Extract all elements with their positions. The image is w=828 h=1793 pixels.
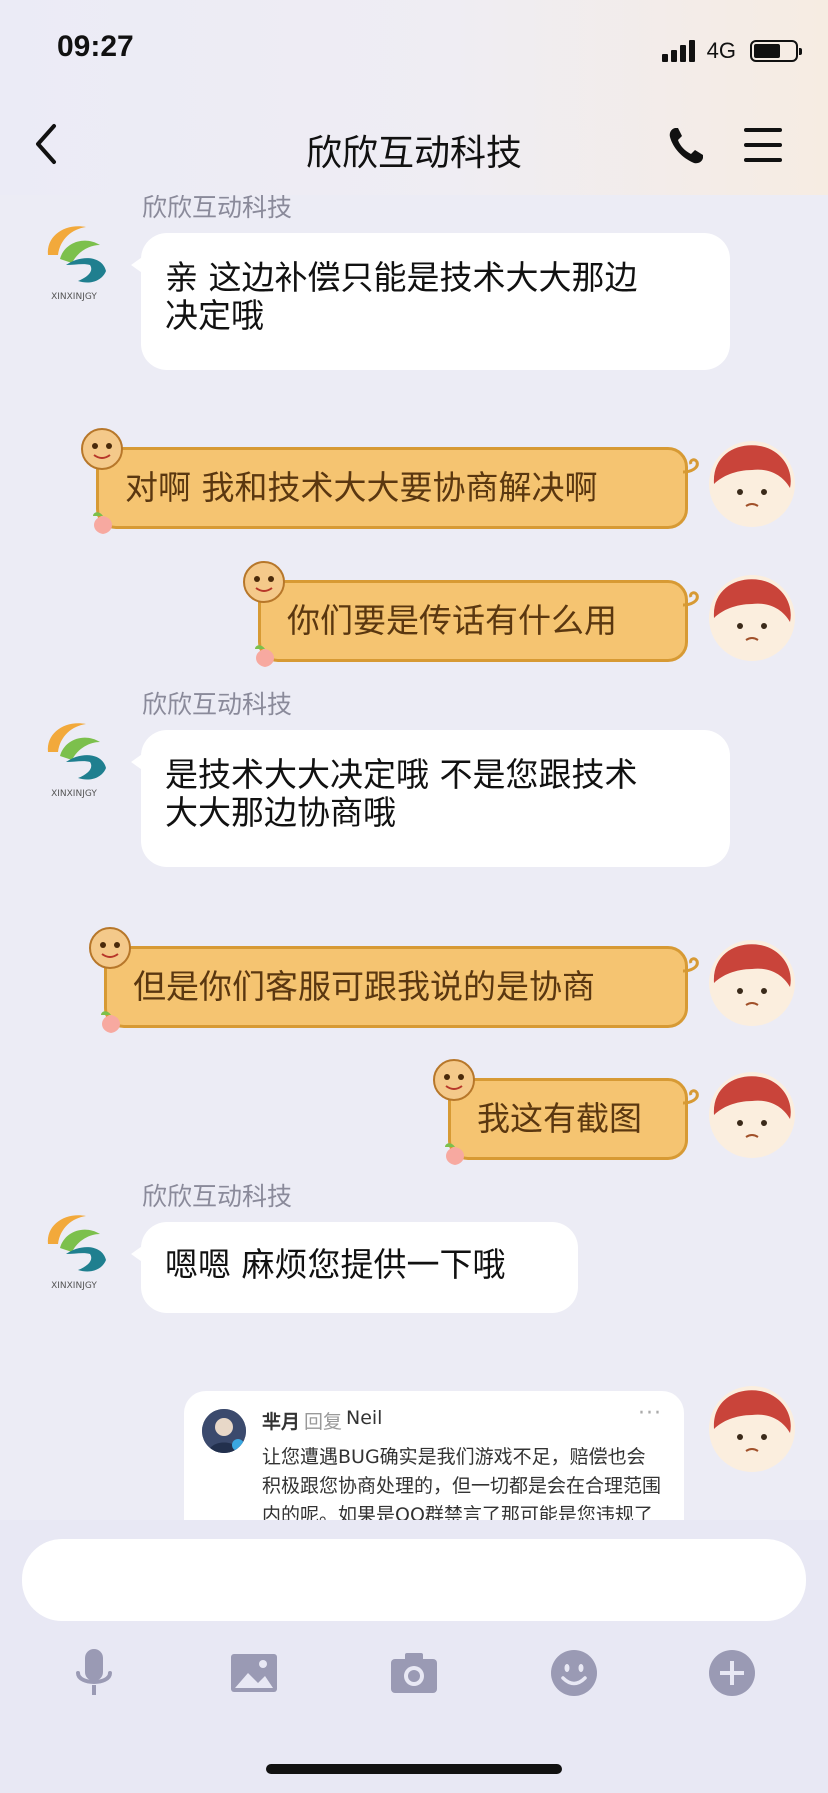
message-bubble-outgoing[interactable]: 对啊 我和技术大大要协商解决啊 xyxy=(81,428,699,534)
message-bubble-incoming[interactable]: 是技术大大决定哦 不是您跟技术 大大那边协商哦 xyxy=(131,730,730,867)
user-avatar[interactable] xyxy=(708,574,796,662)
quote-reply-to: Neil xyxy=(346,1407,383,1429)
network-type: 4G xyxy=(706,38,736,63)
message-text: 我这有截图 xyxy=(477,1099,642,1138)
peach-decoration-icon xyxy=(255,645,274,667)
message-text: 对啊 我和技术大大要协商解决啊 xyxy=(125,468,598,507)
curl-decoration-icon xyxy=(682,957,699,973)
chat-area[interactable]: XINXINJGY 欣欣互动科技 亲 这边补偿只能是技术大大那边 决定哦 对啊 … xyxy=(0,195,828,1520)
message-bubble-outgoing[interactable]: 你们要是传话有什么用 xyxy=(243,561,699,667)
user-avatar[interactable] xyxy=(708,1385,796,1473)
sender-name: 欣欣互动科技 xyxy=(142,195,293,222)
peach-decoration-icon xyxy=(101,1011,120,1033)
curl-decoration-icon xyxy=(682,1089,699,1105)
message-text: 是技术大大决定哦 不是您跟技术 xyxy=(165,755,638,794)
message-bubble-outgoing[interactable]: 但是你们客服可跟我说的是协商 xyxy=(89,927,699,1033)
message-bubble-incoming[interactable]: 亲 这边补偿只能是技术大大那边 决定哦 xyxy=(131,233,730,370)
sender-name: 欣欣互动科技 xyxy=(142,690,293,719)
curl-decoration-icon xyxy=(682,458,699,474)
call-button[interactable] xyxy=(666,124,706,168)
top-bar: 09:27 4G 欣欣互动科技 xyxy=(0,0,828,195)
peach-decoration-icon xyxy=(445,1143,464,1165)
status-time: 09:27 xyxy=(57,30,134,63)
user-avatar[interactable] xyxy=(708,939,796,1027)
message-text: 亲 这边补偿只能是技术大大那边 xyxy=(165,258,638,297)
shop-avatar[interactable]: XINXINJGY xyxy=(36,1204,112,1292)
menu-button[interactable] xyxy=(744,128,784,162)
battery-icon xyxy=(750,40,802,62)
monkey-decoration-icon xyxy=(243,561,285,603)
message-text: 但是你们客服可跟我说的是协商 xyxy=(133,967,595,1006)
quote-line: 让您遭遇BUG确实是我们游戏不足，赔偿也会 xyxy=(262,1446,646,1468)
signal-icon xyxy=(661,40,695,62)
peach-decoration-icon xyxy=(93,512,112,534)
svg-text:XINXINJGY: XINXINJGY xyxy=(51,1281,97,1291)
message-text: 决定哦 xyxy=(165,296,264,335)
image-icon[interactable] xyxy=(228,1647,280,1699)
svg-text:XINXINJGY: XINXINJGY xyxy=(51,292,97,302)
emoji-icon[interactable] xyxy=(548,1647,600,1699)
message-bubble-incoming[interactable]: 嗯嗯 麻烦您提供一下哦 xyxy=(131,1222,578,1313)
quote-author-avatar xyxy=(202,1409,246,1453)
home-indicator xyxy=(266,1764,562,1774)
plus-icon[interactable] xyxy=(706,1647,758,1699)
status-indicators: 4G xyxy=(661,38,802,64)
sender-name: 欣欣互动科技 xyxy=(142,1182,293,1211)
message-input[interactable] xyxy=(22,1539,806,1621)
user-avatar[interactable] xyxy=(708,440,796,528)
shop-avatar[interactable]: XINXINJGY xyxy=(36,712,112,800)
message-text: 你们要是传话有什么用 xyxy=(287,601,617,640)
phone-icon xyxy=(669,128,703,164)
monkey-decoration-icon xyxy=(89,927,131,969)
quote-line: 积极跟您协商处理的，但一切都是会在合理范围 xyxy=(262,1475,662,1497)
message-text: 大大那边协商哦 xyxy=(165,793,396,832)
quote-line: 内的呢。如果是QQ群禁言了那可能是您违规了 xyxy=(262,1504,653,1520)
quote-text: 让您遭遇BUG确实是我们游戏不足，赔偿也会 积极跟您协商处理的，但一切都是会在合… xyxy=(262,1443,672,1520)
mic-icon[interactable] xyxy=(68,1647,120,1699)
more-icon[interactable]: ··· xyxy=(638,1401,662,1426)
monkey-decoration-icon xyxy=(433,1059,475,1101)
quoted-screenshot-card[interactable]: 芈月 回复 Neil ··· 让您遭遇BUG确实是我们游戏不足，赔偿也会 积极跟… xyxy=(184,1391,684,1520)
user-avatar[interactable] xyxy=(708,1071,796,1159)
camera-icon[interactable] xyxy=(388,1647,440,1699)
quote-author: 芈月 xyxy=(262,1411,301,1433)
curl-decoration-icon xyxy=(682,591,699,607)
monkey-decoration-icon xyxy=(81,428,123,470)
shop-avatar[interactable]: XINXINJGY xyxy=(36,215,112,303)
input-panel xyxy=(0,1520,828,1793)
message-text: 嗯嗯 麻烦您提供一下哦 xyxy=(165,1245,506,1284)
svg-text:XINXINJGY: XINXINJGY xyxy=(51,789,97,799)
message-bubble-outgoing[interactable]: 我这有截图 xyxy=(433,1059,699,1165)
quote-reply-label: 回复 xyxy=(304,1411,343,1433)
